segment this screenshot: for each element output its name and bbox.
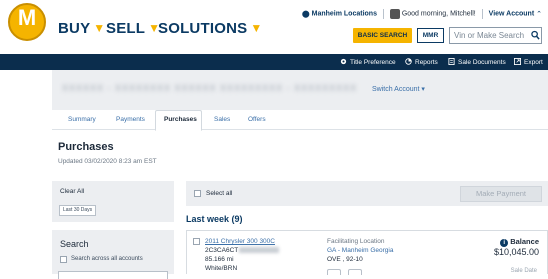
basic-search-button[interactable]: BASIC SEARCH bbox=[353, 28, 412, 43]
tab-sales[interactable]: Sales bbox=[214, 116, 230, 123]
tab-summary[interactable]: Summary bbox=[68, 116, 96, 123]
nav-solutions-label: SOLUTIONS bbox=[158, 20, 248, 37]
greeting-text: Good morning, Mitchell! bbox=[401, 10, 476, 18]
search-icon[interactable] bbox=[531, 30, 540, 41]
logo-letter: M bbox=[17, 5, 37, 30]
document-icon bbox=[448, 58, 455, 65]
title-preference-link[interactable]: Title Preference bbox=[340, 58, 396, 66]
select-all-label: Select all bbox=[206, 190, 233, 197]
view-account-link[interactable]: View Account bbox=[489, 11, 535, 18]
sale-documents-link[interactable]: Sale Documents bbox=[448, 58, 506, 66]
utility-bar: ⬤ Manheim Locations Good morning, Mitche… bbox=[302, 9, 542, 19]
purchase-card: 2011 Chrysler 300 300C 2C3CA6CT 85.166 m… bbox=[186, 230, 548, 275]
tab-offers[interactable]: Offers bbox=[248, 116, 266, 123]
nav-solutions[interactable]: SOLUTIONS ▼ bbox=[158, 20, 262, 37]
vehicle-color: White/BRN bbox=[205, 265, 238, 272]
chevron-down-icon: ▼ bbox=[250, 21, 263, 35]
make-payment-button[interactable]: Make Payment bbox=[460, 186, 542, 202]
facilitating-location-heading: Facilitating Location bbox=[327, 238, 385, 245]
vehicle-title-link[interactable]: 2011 Chrysler 300 300C bbox=[205, 238, 275, 245]
site-header: M BUY ▼ SELL ▼ SOLUTIONS ▼ ⬤ Manheim Locati… bbox=[0, 0, 548, 54]
export-icon bbox=[514, 58, 521, 65]
action-icon-button[interactable] bbox=[348, 269, 362, 275]
page-title: Purchases bbox=[58, 141, 114, 153]
info-icon[interactable]: i bbox=[500, 239, 509, 247]
search-panel: Search Search across all accounts bbox=[52, 230, 174, 279]
search-all-accounts-checkbox[interactable] bbox=[60, 256, 67, 263]
tab-purchases[interactable]: Purchases bbox=[155, 110, 202, 131]
nav-buy-label: BUY bbox=[58, 20, 91, 37]
export-link[interactable]: Export bbox=[514, 58, 543, 66]
nav-sell-label: SELL bbox=[106, 20, 146, 37]
vin-make-search-input[interactable]: Vin or Make Search bbox=[449, 27, 542, 44]
tab-purchases-label: Purchases bbox=[164, 116, 197, 123]
group-heading: Last week (9) bbox=[186, 214, 243, 224]
search-filter-input[interactable] bbox=[58, 271, 168, 279]
chevron-down-icon: ▼ bbox=[93, 21, 106, 35]
vin-redacted bbox=[239, 247, 280, 254]
account-tabs: Summary Payments Purchases Sales Offers bbox=[52, 110, 548, 131]
gear-icon bbox=[340, 58, 347, 65]
account-name: XXXXXX - XXXXXXXX XXXXXX XXXXXXXXX - XXX… bbox=[62, 83, 358, 93]
user-icon bbox=[389, 9, 400, 19]
manheim-locations-link[interactable]: Manheim Locations bbox=[312, 11, 377, 18]
select-all-checkbox[interactable] bbox=[194, 190, 201, 197]
switch-account-dropdown[interactable]: Switch Account ▾ bbox=[372, 85, 425, 93]
mmr-button[interactable]: MMR bbox=[417, 28, 444, 43]
facilitating-location-detail: OVE , 92-10 bbox=[327, 256, 363, 263]
pie-chart-icon bbox=[405, 58, 412, 65]
purchase-select-checkbox[interactable] bbox=[193, 238, 200, 245]
clear-all-link[interactable]: Clear All bbox=[60, 188, 84, 195]
account-toolbar: Title Preference Reports Sale Documents … bbox=[0, 54, 548, 70]
export-label: Export bbox=[524, 59, 543, 66]
sale-date-label: Sale Date bbox=[510, 268, 537, 274]
vehicle-vin: 2C3CA6CT bbox=[205, 247, 280, 254]
chevron-up-icon[interactable]: ⌃ bbox=[536, 11, 542, 18]
balance-heading: i Balance bbox=[500, 237, 539, 247]
nav-sell[interactable]: SELL ▼ bbox=[106, 20, 160, 37]
title-preference-label: Title Preference bbox=[350, 59, 396, 66]
map-pin-icon: ⬤ bbox=[301, 11, 310, 18]
vin-text: 2C3CA6CT bbox=[205, 247, 239, 254]
balance-value: $10,045.00 bbox=[493, 247, 539, 257]
search-all-accounts-label: Search across all accounts bbox=[71, 256, 143, 262]
manheim-logo[interactable]: M bbox=[8, 3, 46, 41]
filter-panel: Clear All Last 30 Days bbox=[52, 181, 174, 222]
sale-documents-label: Sale Documents bbox=[458, 59, 506, 66]
switch-account-label: Switch Account bbox=[372, 86, 420, 93]
selection-bar: Select all Make Payment bbox=[186, 181, 548, 206]
vehicle-mileage: 85.166 mi bbox=[205, 256, 234, 263]
caret-down-icon: ▾ bbox=[421, 86, 425, 93]
divider bbox=[382, 9, 384, 19]
account-banner: XXXXXX - XXXXXXXX XXXXXX XXXXXXXXX - XXX… bbox=[52, 70, 548, 110]
balance-label: Balance bbox=[510, 237, 539, 246]
divider bbox=[481, 9, 483, 19]
reports-link[interactable]: Reports bbox=[405, 58, 438, 66]
filter-chip-last-30-days[interactable]: Last 30 Days bbox=[59, 205, 97, 216]
tab-payments[interactable]: Payments bbox=[116, 116, 145, 123]
action-icon-button[interactable] bbox=[327, 269, 341, 275]
search-heading: Search bbox=[60, 239, 89, 249]
reports-label: Reports bbox=[415, 59, 438, 66]
facilitating-location-link[interactable]: GA - Manheim Georgia bbox=[327, 247, 393, 254]
updated-timestamp: Updated 03/02/2020 8:23 am EST bbox=[58, 158, 157, 165]
nav-buy[interactable]: BUY ▼ bbox=[58, 20, 105, 37]
